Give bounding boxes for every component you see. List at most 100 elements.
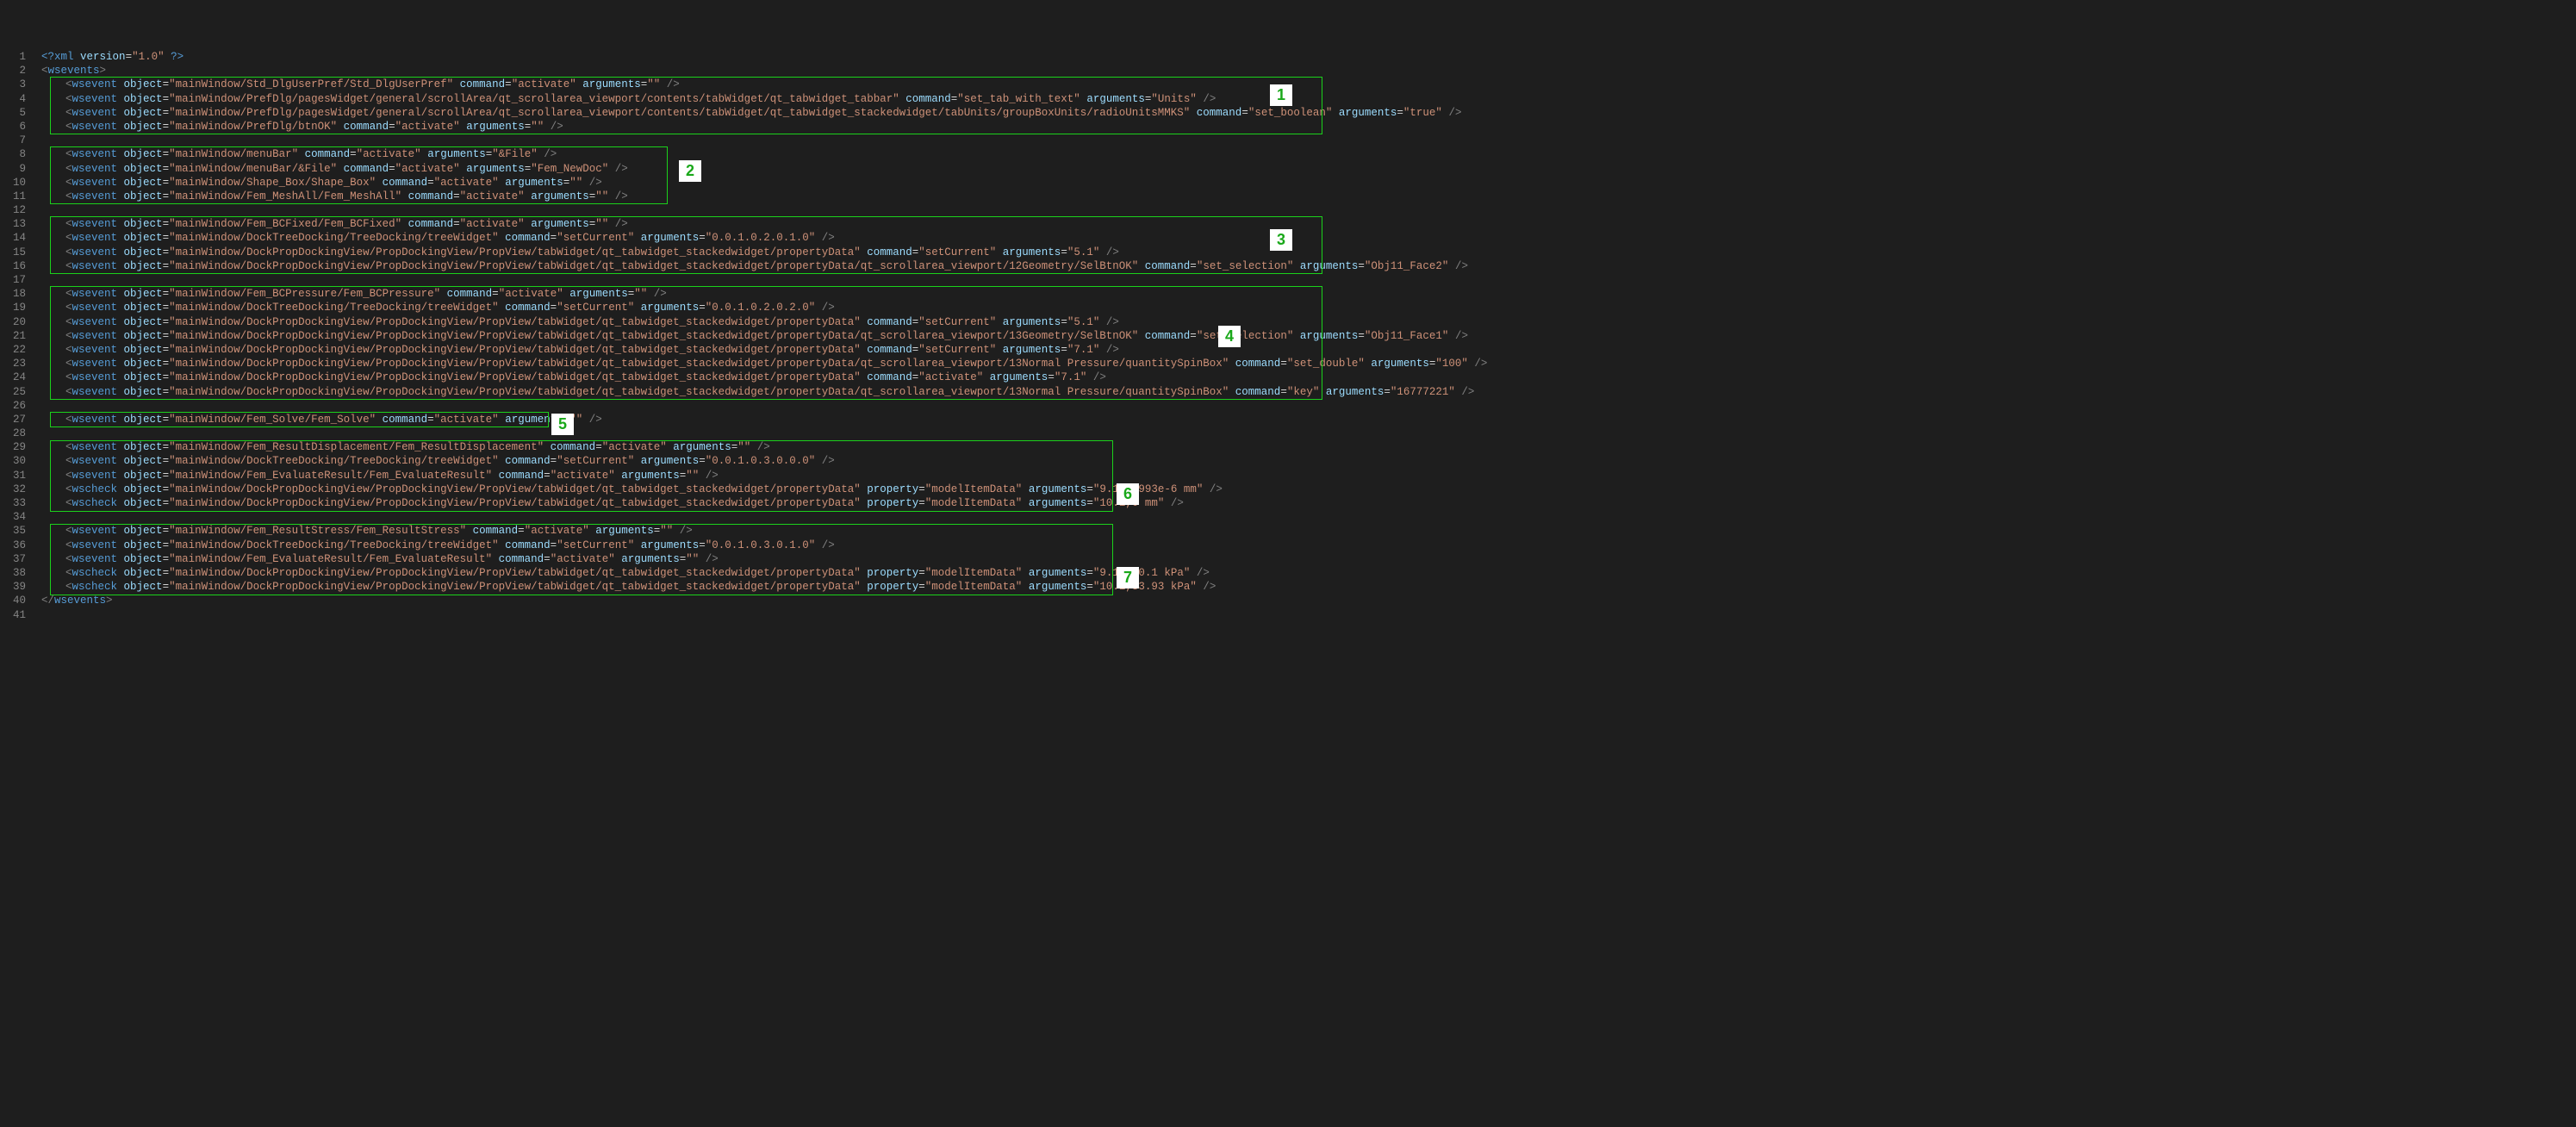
- code-content[interactable]: [38, 608, 2576, 622]
- code-content[interactable]: <wsevent object="mainWindow/DockTreeDock…: [38, 454, 2576, 468]
- code-content[interactable]: <wscheck object="mainWindow/DockPropDock…: [38, 483, 2576, 496]
- code-content[interactable]: <wsevent object="mainWindow/PrefDlg/page…: [38, 106, 2576, 120]
- code-line[interactable]: 33<wscheck object="mainWindow/DockPropDo…: [0, 496, 2576, 510]
- code-line[interactable]: 28: [0, 427, 2576, 440]
- gutter-line-number: 6: [0, 120, 38, 134]
- code-line[interactable]: 7: [0, 134, 2576, 147]
- code-line[interactable]: 15<wsevent object="mainWindow/DockPropDo…: [0, 246, 2576, 259]
- code-line[interactable]: 22<wsevent object="mainWindow/DockPropDo…: [0, 343, 2576, 357]
- code-content[interactable]: <wsevent object="mainWindow/menuBar/&Fil…: [38, 162, 2576, 176]
- code-line[interactable]: 6<wsevent object="mainWindow/PrefDlg/btn…: [0, 120, 2576, 134]
- code-line[interactable]: 14<wsevent object="mainWindow/DockTreeDo…: [0, 231, 2576, 245]
- code-content[interactable]: </wsevents>: [38, 594, 2576, 607]
- gutter-line-number: 7: [0, 134, 38, 147]
- code-content[interactable]: <wsevent object="mainWindow/DockPropDock…: [38, 329, 2576, 343]
- code-line[interactable]: 2<wsevents>: [0, 64, 2576, 78]
- code-line[interactable]: 30<wsevent object="mainWindow/DockTreeDo…: [0, 454, 2576, 468]
- code-line[interactable]: 21<wsevent object="mainWindow/DockPropDo…: [0, 329, 2576, 343]
- code-content[interactable]: <wscheck object="mainWindow/DockPropDock…: [38, 496, 2576, 510]
- code-line[interactable]: 25<wsevent object="mainWindow/DockPropDo…: [0, 385, 2576, 399]
- code-line[interactable]: 8<wsevent object="mainWindow/menuBar" co…: [0, 147, 2576, 161]
- code-content[interactable]: <wsevent object="mainWindow/Fem_Evaluate…: [38, 552, 2576, 566]
- code-content[interactable]: <wsevent object="mainWindow/menuBar" com…: [38, 147, 2576, 161]
- code-line[interactable]: 23<wsevent object="mainWindow/DockPropDo…: [0, 357, 2576, 370]
- code-content[interactable]: <wsevent object="mainWindow/Std_DlgUserP…: [38, 78, 2576, 91]
- gutter-line-number: 33: [0, 496, 38, 510]
- code-content[interactable]: <wsevent object="mainWindow/DockTreeDock…: [38, 231, 2576, 245]
- code-line[interactable]: 36<wsevent object="mainWindow/DockTreeDo…: [0, 539, 2576, 552]
- code-content[interactable]: <wsevent object="mainWindow/DockTreeDock…: [38, 301, 2576, 314]
- code-line[interactable]: 4<wsevent object="mainWindow/PrefDlg/pag…: [0, 92, 2576, 106]
- code-line[interactable]: 39<wscheck object="mainWindow/DockPropDo…: [0, 580, 2576, 594]
- gutter-line-number: 36: [0, 539, 38, 552]
- code-content[interactable]: <wsevent object="mainWindow/DockPropDock…: [38, 385, 2576, 399]
- code-line[interactable]: 16<wsevent object="mainWindow/DockPropDo…: [0, 259, 2576, 273]
- code-line[interactable]: 17: [0, 273, 2576, 287]
- gutter-line-number: 26: [0, 399, 38, 413]
- gutter-line-number: 5: [0, 106, 38, 120]
- code-content[interactable]: <wsevent object="mainWindow/Fem_ResultSt…: [38, 524, 2576, 538]
- code-content[interactable]: <wsevent object="mainWindow/Fem_Solve/Fe…: [38, 413, 2576, 427]
- code-line[interactable]: 34: [0, 510, 2576, 524]
- gutter-line-number: 3: [0, 78, 38, 91]
- code-content[interactable]: <wsevent object="mainWindow/Fem_BCPressu…: [38, 287, 2576, 301]
- code-content[interactable]: <?xml version="1.0" ?>: [38, 50, 2576, 64]
- code-line[interactable]: 31<wsevent object="mainWindow/Fem_Evalua…: [0, 469, 2576, 483]
- gutter-line-number: 11: [0, 190, 38, 203]
- code-line[interactable]: 9<wsevent object="mainWindow/menuBar/&Fi…: [0, 162, 2576, 176]
- code-content[interactable]: [38, 273, 2576, 287]
- code-content[interactable]: <wsevent object="mainWindow/Fem_MeshAll/…: [38, 190, 2576, 203]
- code-content[interactable]: <wsevent object="mainWindow/DockTreeDock…: [38, 539, 2576, 552]
- gutter-line-number: 24: [0, 370, 38, 384]
- code-editor[interactable]: 1<?xml version="1.0" ?>2<wsevents>3<wsev…: [0, 48, 2576, 624]
- code-line[interactable]: 37<wsevent object="mainWindow/Fem_Evalua…: [0, 552, 2576, 566]
- code-content[interactable]: <wsevent object="mainWindow/PrefDlg/page…: [38, 92, 2576, 106]
- code-line[interactable]: 26: [0, 399, 2576, 413]
- code-content[interactable]: [38, 510, 2576, 524]
- code-line[interactable]: 24<wsevent object="mainWindow/DockPropDo…: [0, 370, 2576, 384]
- code-line[interactable]: 3<wsevent object="mainWindow/Std_DlgUser…: [0, 78, 2576, 91]
- code-content[interactable]: <wscheck object="mainWindow/DockPropDock…: [38, 580, 2576, 594]
- code-line[interactable]: 19<wsevent object="mainWindow/DockTreeDo…: [0, 301, 2576, 314]
- code-content[interactable]: <wsevent object="mainWindow/Shape_Box/Sh…: [38, 176, 2576, 190]
- gutter-line-number: 4: [0, 92, 38, 106]
- code-line[interactable]: 5<wsevent object="mainWindow/PrefDlg/pag…: [0, 106, 2576, 120]
- code-content[interactable]: <wsevent object="mainWindow/Fem_Evaluate…: [38, 469, 2576, 483]
- code-content[interactable]: <wsevent object="mainWindow/DockPropDock…: [38, 246, 2576, 259]
- code-content[interactable]: <wsevent object="mainWindow/DockPropDock…: [38, 357, 2576, 370]
- gutter-line-number: 21: [0, 329, 38, 343]
- gutter-line-number: 10: [0, 176, 38, 190]
- code-line[interactable]: 35<wsevent object="mainWindow/Fem_Result…: [0, 524, 2576, 538]
- gutter-line-number: 29: [0, 440, 38, 454]
- code-line[interactable]: 10<wsevent object="mainWindow/Shape_Box/…: [0, 176, 2576, 190]
- code-line[interactable]: 40</wsevents>: [0, 594, 2576, 607]
- code-content[interactable]: [38, 427, 2576, 440]
- code-line[interactable]: 20<wsevent object="mainWindow/DockPropDo…: [0, 315, 2576, 329]
- code-line[interactable]: 13<wsevent object="mainWindow/Fem_BCFixe…: [0, 217, 2576, 231]
- code-content[interactable]: [38, 134, 2576, 147]
- code-content[interactable]: <wsevent object="mainWindow/DockPropDock…: [38, 259, 2576, 273]
- code-line[interactable]: 27<wsevent object="mainWindow/Fem_Solve/…: [0, 413, 2576, 427]
- code-content[interactable]: [38, 399, 2576, 413]
- code-line[interactable]: 1<?xml version="1.0" ?>: [0, 50, 2576, 64]
- code-line[interactable]: 38<wscheck object="mainWindow/DockPropDo…: [0, 566, 2576, 580]
- code-content[interactable]: <wsevents>: [38, 64, 2576, 78]
- code-content[interactable]: <wsevent object="mainWindow/Fem_ResultDi…: [38, 440, 2576, 454]
- code-line[interactable]: 32<wscheck object="mainWindow/DockPropDo…: [0, 483, 2576, 496]
- code-line[interactable]: 29<wsevent object="mainWindow/Fem_Result…: [0, 440, 2576, 454]
- code-line[interactable]: 41: [0, 608, 2576, 622]
- code-content[interactable]: <wsevent object="mainWindow/PrefDlg/btnO…: [38, 120, 2576, 134]
- code-line[interactable]: 18<wsevent object="mainWindow/Fem_BCPres…: [0, 287, 2576, 301]
- code-line[interactable]: 12: [0, 203, 2576, 217]
- gutter-line-number: 12: [0, 203, 38, 217]
- code-content[interactable]: <wsevent object="mainWindow/DockPropDock…: [38, 315, 2576, 329]
- code-content[interactable]: <wsevent object="mainWindow/DockPropDock…: [38, 370, 2576, 384]
- code-line[interactable]: 11<wsevent object="mainWindow/Fem_MeshAl…: [0, 190, 2576, 203]
- gutter-line-number: 35: [0, 524, 38, 538]
- gutter-line-number: 32: [0, 483, 38, 496]
- code-content[interactable]: <wscheck object="mainWindow/DockPropDock…: [38, 566, 2576, 580]
- code-content[interactable]: <wsevent object="mainWindow/Fem_BCFixed/…: [38, 217, 2576, 231]
- code-content[interactable]: <wsevent object="mainWindow/DockPropDock…: [38, 343, 2576, 357]
- code-content[interactable]: [38, 203, 2576, 217]
- gutter-line-number: 41: [0, 608, 38, 622]
